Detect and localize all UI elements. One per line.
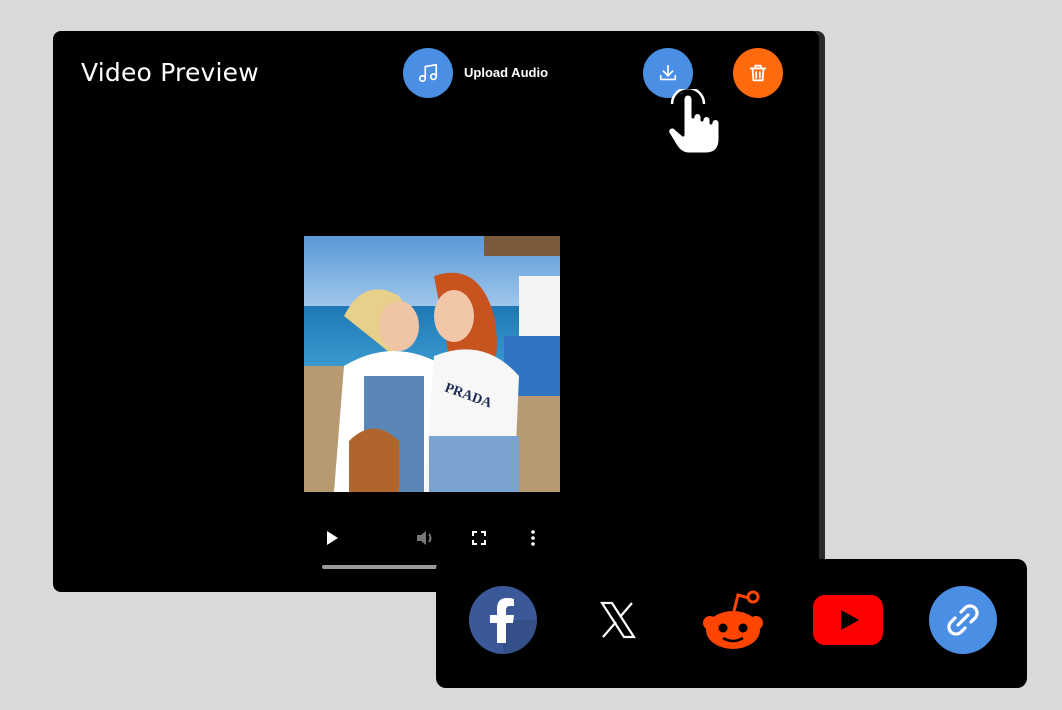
link-icon: [929, 586, 997, 654]
youtube-icon: [813, 595, 883, 645]
play-icon: [327, 531, 338, 545]
upload-audio-button[interactable]: [403, 48, 453, 98]
share-copy-link-button[interactable]: [928, 585, 998, 655]
video-frame-image: PRADA: [304, 236, 560, 492]
share-x-button[interactable]: [583, 585, 653, 655]
more-options-button[interactable]: [525, 528, 541, 548]
more-options-icon: [531, 530, 535, 546]
reddit-icon: [703, 590, 763, 649]
download-icon: [659, 64, 677, 81]
trash-icon: [749, 64, 767, 82]
fullscreen-button[interactable]: [470, 529, 488, 547]
upload-audio-label[interactable]: Upload Audio: [464, 65, 548, 80]
video-thumbnail[interactable]: PRADA: [304, 236, 560, 492]
share-bar: [436, 559, 1027, 688]
pointer-hand-cursor-icon: [666, 89, 721, 156]
music-note-icon: [418, 63, 438, 83]
volume-icon: [417, 531, 432, 545]
facebook-icon: [469, 586, 537, 654]
share-facebook-button[interactable]: [468, 585, 538, 655]
play-button[interactable]: [323, 529, 341, 547]
delete-button[interactable]: [733, 48, 783, 98]
x-logo-icon: [599, 601, 637, 639]
share-youtube-button[interactable]: [813, 585, 883, 655]
video-preview-panel: Video Preview Upload Audio PRADA: [53, 31, 819, 592]
fullscreen-icon: [472, 531, 486, 545]
share-reddit-button[interactable]: [698, 585, 768, 655]
video-progress-bar[interactable]: [322, 565, 442, 569]
page-title: Video Preview: [81, 58, 259, 87]
volume-button[interactable]: [415, 528, 437, 548]
